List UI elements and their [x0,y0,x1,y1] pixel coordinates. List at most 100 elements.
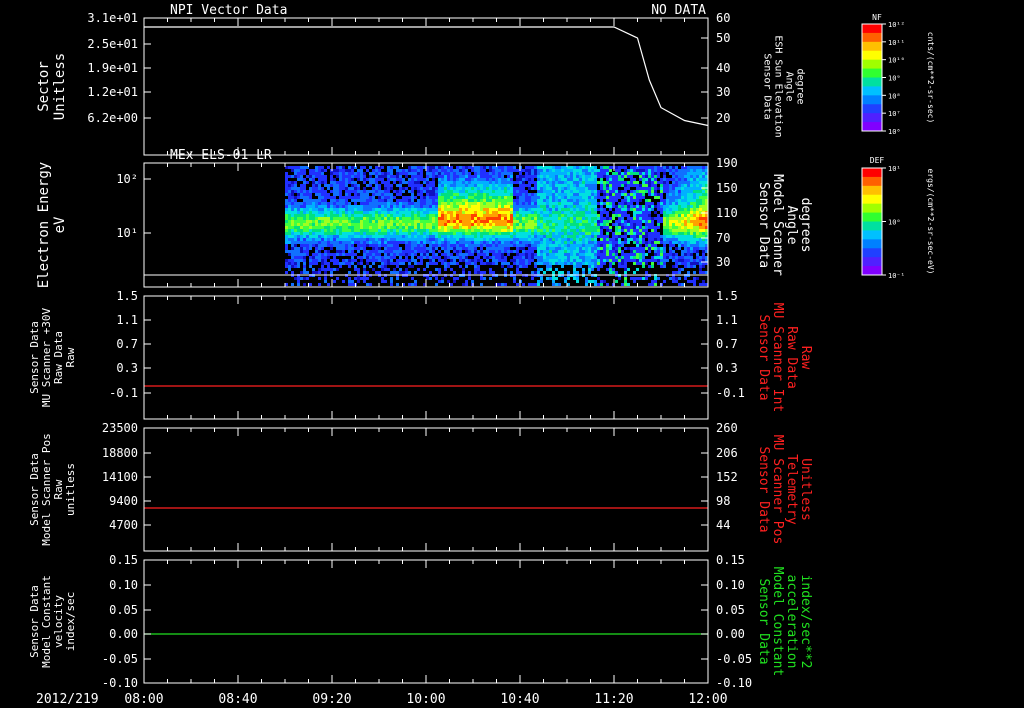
spectrogram-pixel [339,211,342,214]
spectrogram-pixel [516,265,519,268]
spectrogram-pixel [300,190,303,193]
spectrogram-pixel [528,205,531,208]
spectrogram-pixel [657,226,660,229]
spectrogram-pixel [402,199,405,202]
spectrogram-pixel [411,223,414,226]
spectrogram-pixel [315,214,318,217]
spectrogram-pixel [309,199,312,202]
spectrogram-pixel [549,223,552,226]
spectrogram-pixel [465,190,468,193]
spectrogram-pixel [447,178,450,181]
spectrogram-pixel [303,166,306,169]
spectrogram-pixel [339,190,342,193]
spectrogram-pixel [429,232,432,235]
spectrogram-pixel [342,181,345,184]
spectrogram-pixel [654,235,657,238]
spectrogram-pixel [348,202,351,205]
spectrogram-pixel [441,247,444,250]
spectrogram-pixel [417,166,420,169]
spectrogram-pixel [591,256,594,259]
spectrogram-pixel [525,223,528,226]
spectrogram-pixel [306,205,309,208]
spectrogram-pixel [564,226,567,229]
spectrogram-pixel [318,193,321,196]
spectrogram-pixel [351,211,354,214]
spectrogram-pixel [645,253,648,256]
spectrogram-pixel [327,241,330,244]
spectrogram-pixel [528,166,531,169]
spectrogram-pixel [447,172,450,175]
spectrogram-pixel [489,172,492,175]
spectrogram-pixel [624,172,627,175]
spectrogram-pixel [573,244,576,247]
spectrogram-pixel [456,223,459,226]
spectrogram-pixel [525,259,528,262]
spectrogram-pixel [588,265,591,268]
spectrogram-pixel [633,196,636,199]
spectrogram-pixel [474,181,477,184]
spectrogram-pixel [651,259,654,262]
spectrogram-pixel [426,190,429,193]
spectrogram-pixel [630,196,633,199]
spectrogram-pixel [387,256,390,259]
spectrogram-pixel [630,247,633,250]
spectrogram-pixel [666,202,669,205]
spectrogram-pixel [342,235,345,238]
spectrogram-pixel [510,202,513,205]
spectrogram-pixel [402,187,405,190]
spectrogram-pixel [369,214,372,217]
spectrogram-pixel [693,181,696,184]
spectrogram-pixel [627,259,630,262]
spectrogram-pixel [429,223,432,226]
spectrogram-pixel [480,175,483,178]
spectrogram-pixel [417,193,420,196]
spectrogram-pixel [618,178,621,181]
spectrogram-pixel [627,214,630,217]
spectrogram-pixel [384,211,387,214]
spectrogram-pixel [537,262,540,265]
spectrogram-pixel [486,208,489,211]
spectrogram-pixel [339,178,342,181]
spectrogram-pixel [459,235,462,238]
spectrogram-pixel [624,241,627,244]
spectrogram-pixel [366,184,369,187]
spectrogram-pixel [603,169,606,172]
spectrogram-pixel [660,241,663,244]
spectrogram-pixel [585,208,588,211]
spectrogram-pixel [318,244,321,247]
spectrogram-pixel [285,211,288,214]
spectrogram-pixel [657,238,660,241]
spectrogram-pixel [501,283,504,286]
spectrogram-pixel [441,241,444,244]
spectrogram-pixel [693,262,696,265]
spectrogram-pixel [702,214,705,217]
spectrogram-pixel [345,244,348,247]
spectrogram-pixel [681,217,684,220]
spectrogram-pixel [348,250,351,253]
spectrogram-pixel [561,193,564,196]
spectrogram-pixel [603,184,606,187]
spectrogram-pixel [420,196,423,199]
spectrogram-pixel [513,202,516,205]
spectrogram-pixel [366,223,369,226]
spectrogram-pixel [300,271,303,274]
spectrogram-pixel [624,262,627,265]
spectrogram-pixel [288,196,291,199]
spectrogram-pixel [417,256,420,259]
spectrogram-pixel [681,169,684,172]
spectrogram-pixel [294,238,297,241]
spectrogram-pixel [624,205,627,208]
spectrogram-pixel [471,280,474,283]
spectrogram-pixel [324,211,327,214]
spectrogram-pixel [558,229,561,232]
spectrogram-pixel [570,196,573,199]
spectrogram-pixel [558,253,561,256]
spectrogram-pixel [408,283,411,286]
spectrogram-pixel [312,226,315,229]
spectrogram-pixel [567,244,570,247]
spectrogram-pixel [591,262,594,265]
spectrogram-pixel [480,214,483,217]
spectrogram-pixel [441,220,444,223]
spectrogram-pixel [639,211,642,214]
spectrogram-pixel [690,187,693,190]
